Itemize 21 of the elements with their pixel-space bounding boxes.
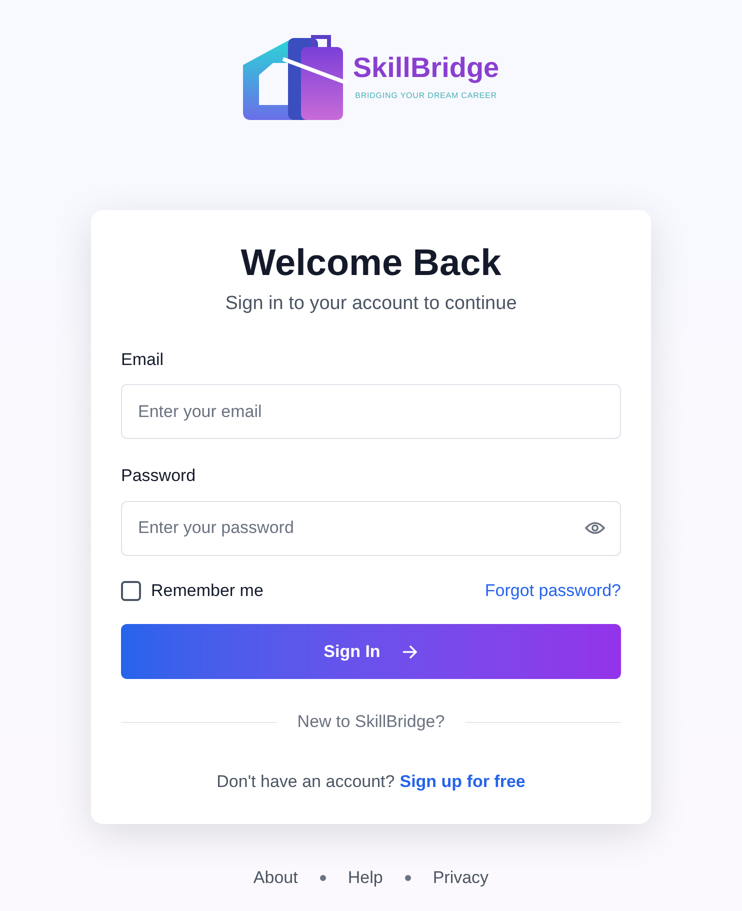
- forgot-password-link[interactable]: Forgot password?: [484, 578, 621, 604]
- field-label: Email: [121, 348, 165, 371]
- arrow-icon: [402, 644, 418, 659]
- logo-tagline: BRIDGING YOUR DREAM CAREER: [355, 90, 497, 102]
- footer-link[interactable]: Privacy: [432, 865, 489, 891]
- footer-link[interactable]: Help: [348, 865, 383, 891]
- sign-in-button[interactable]: Sign In: [121, 624, 621, 680]
- signup-prompt: Don't have an account?: [216, 770, 395, 793]
- card-subtitle: Sign in to your account to continue: [224, 292, 518, 316]
- remember-checkbox[interactable]: [121, 580, 141, 600]
- eye-icon[interactable]: [585, 520, 605, 535]
- footer-link[interactable]: About: [253, 865, 298, 891]
- password-field[interactable]: Enter your password: [121, 500, 621, 556]
- email-field[interactable]: Enter your email: [121, 384, 621, 440]
- divider-text: New to SkillBridge?: [297, 711, 445, 734]
- sign-up-link[interactable]: Sign up for free: [400, 768, 526, 794]
- card-title: Welcome Back: [240, 241, 502, 285]
- field-label: Password: [121, 465, 197, 488]
- logo-icon: [242, 35, 349, 121]
- logo-wordmark: SkillBridge: [352, 54, 500, 82]
- remember-label: Remember me: [151, 580, 264, 602]
